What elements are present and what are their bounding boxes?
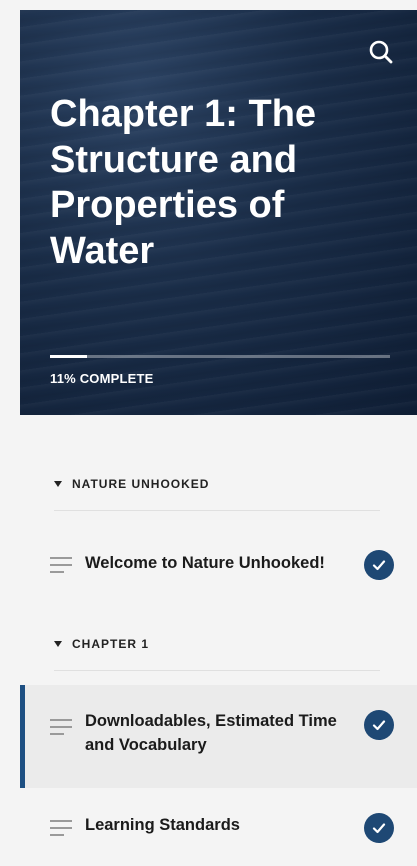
lesson-downloadables[interactable]: Downloadables, Estimated Time and Vocabu…	[20, 685, 417, 788]
course-title: Chapter 1: The Structure and Properties …	[50, 93, 317, 272]
lesson-lines-icon	[50, 557, 72, 573]
section-title: NATURE UNHOOKED	[72, 477, 210, 491]
progress-label: 11% COMPLETE	[50, 371, 154, 386]
check-circle-icon	[364, 813, 394, 843]
search-icon	[369, 40, 393, 64]
divider	[54, 510, 380, 511]
lesson-learning-standards[interactable]: Learning Standards	[20, 803, 417, 853]
check-circle-icon	[364, 710, 394, 740]
lesson-label: Welcome to Nature Unhooked!	[85, 554, 325, 572]
course-outline: NATURE UNHOOKED Welcome to Nature Unhook…	[0, 415, 417, 866]
divider	[54, 670, 380, 671]
progress-bar	[50, 355, 390, 358]
lesson-lines-icon	[50, 719, 72, 735]
progress-bar-fill	[50, 355, 88, 358]
section-title: CHAPTER 1	[72, 637, 150, 651]
check-circle-icon	[364, 550, 394, 580]
lesson-label: Downloadables, Estimated Time and Vocabu…	[85, 712, 337, 754]
lesson-welcome[interactable]: Welcome to Nature Unhooked!	[20, 540, 417, 590]
section-header-nature-unhooked[interactable]: NATURE UNHOOKED	[54, 477, 209, 491]
lesson-label: Learning Standards	[85, 816, 240, 834]
search-button[interactable]	[367, 38, 395, 66]
section-header-chapter-1[interactable]: CHAPTER 1	[54, 637, 149, 651]
caret-down-icon	[54, 641, 62, 647]
course-header: Chapter 1: The Structure and Properties …	[20, 10, 417, 415]
lesson-lines-icon	[50, 820, 72, 836]
caret-down-icon	[54, 481, 62, 487]
